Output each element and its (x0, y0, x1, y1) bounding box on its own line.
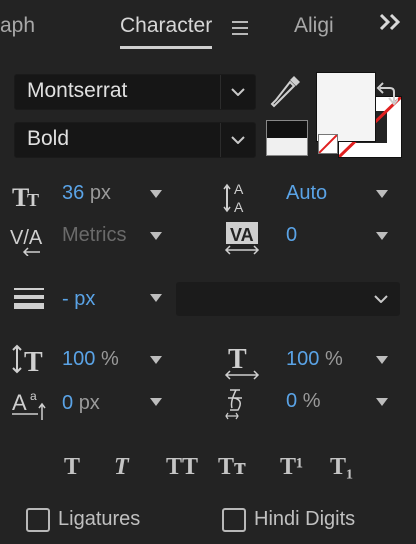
tracking-caret-icon[interactable] (376, 232, 388, 240)
svg-text:a: a (30, 389, 37, 403)
active-tab-indicator (120, 46, 212, 49)
svg-text:A: A (12, 390, 27, 415)
tsume-icon (224, 386, 264, 427)
svg-text:VA: VA (230, 225, 254, 245)
baseline-shift-value[interactable]: 0 px (62, 392, 100, 415)
horizontal-scale-icon: T (222, 344, 262, 385)
tab-character[interactable]: Character (120, 14, 212, 38)
fill-stroke-preset-swatch[interactable] (266, 120, 308, 156)
font-size-icon: T T (12, 180, 48, 215)
font-style-dropdown[interactable]: Bold (14, 122, 256, 158)
subscript-button[interactable]: T₁ (330, 454, 353, 481)
baseline-shift-icon: A a (12, 388, 50, 427)
hindi-digits-label: Hindi Digits (254, 508, 356, 530)
svg-text:A: A (234, 199, 244, 214)
vertical-scale-icon: T (12, 344, 52, 379)
ligatures-label: Ligatures (58, 508, 141, 530)
tab-align[interactable]: Aligi (294, 14, 334, 38)
overflow-chevrons-icon[interactable] (378, 12, 414, 42)
baseline-shift-caret-icon[interactable] (150, 398, 162, 406)
no-fill-swatch[interactable] (318, 134, 338, 154)
stroke-style-dropdown[interactable] (176, 282, 400, 316)
font-size-value[interactable]: 36 px (62, 182, 111, 205)
line-spacing-icon: A A (222, 180, 254, 219)
hindi-digits-checkbox[interactable] (222, 508, 246, 532)
line-spacing-caret-icon[interactable] (376, 190, 388, 198)
line-spacing-value[interactable]: Auto (286, 182, 327, 205)
vertical-scale-caret-icon[interactable] (150, 356, 162, 364)
svg-text:T: T (24, 347, 43, 374)
svg-text:T: T (27, 190, 39, 210)
small-caps-button[interactable]: Tт (218, 454, 246, 481)
tracking-value[interactable]: 0 (286, 224, 297, 247)
stroke-width-caret-icon[interactable] (150, 294, 162, 302)
stroke-width-icon (14, 286, 46, 315)
horizontal-scale-value[interactable]: 100 % (286, 348, 343, 371)
menu-icon[interactable] (232, 21, 248, 35)
kerning-value[interactable]: Metrics (62, 224, 126, 247)
tracking-icon: VA (222, 220, 262, 261)
svg-text:T: T (228, 344, 247, 375)
svg-text:A: A (234, 181, 244, 197)
tab-paragraph[interactable]: aph (0, 14, 35, 38)
font-family-value: Montserrat (27, 79, 128, 102)
font-size-caret-icon[interactable] (150, 190, 162, 198)
faux-italic-button[interactable]: T (114, 454, 129, 481)
vertical-scale-value[interactable]: 100 % (62, 348, 119, 371)
svg-text:V/A: V/A (10, 227, 43, 249)
faux-bold-button[interactable]: T (64, 454, 80, 481)
horizontal-scale-caret-icon[interactable] (376, 356, 388, 364)
tsume-caret-icon[interactable] (376, 398, 388, 406)
chevron-down-icon (220, 75, 255, 109)
kerning-caret-icon[interactable] (150, 232, 162, 240)
eyedropper-icon[interactable] (268, 72, 304, 117)
chevron-down-icon (374, 295, 388, 303)
font-style-value: Bold (27, 127, 70, 150)
font-family-dropdown[interactable]: Montserrat (14, 74, 256, 110)
stroke-width-value[interactable]: - px (62, 288, 95, 311)
fill-color-swatch[interactable] (316, 72, 376, 142)
superscript-button[interactable]: T¹ (280, 454, 303, 481)
all-caps-button[interactable]: TT (166, 454, 198, 481)
ligatures-checkbox[interactable] (26, 508, 50, 532)
chevron-down-icon (220, 123, 255, 157)
swap-colors-icon[interactable] (376, 80, 400, 111)
kerning-icon: V/A (10, 222, 48, 261)
tsume-value[interactable]: 0 % (286, 390, 320, 413)
panel-tab-bar: aph Character Aligi (0, 0, 416, 56)
